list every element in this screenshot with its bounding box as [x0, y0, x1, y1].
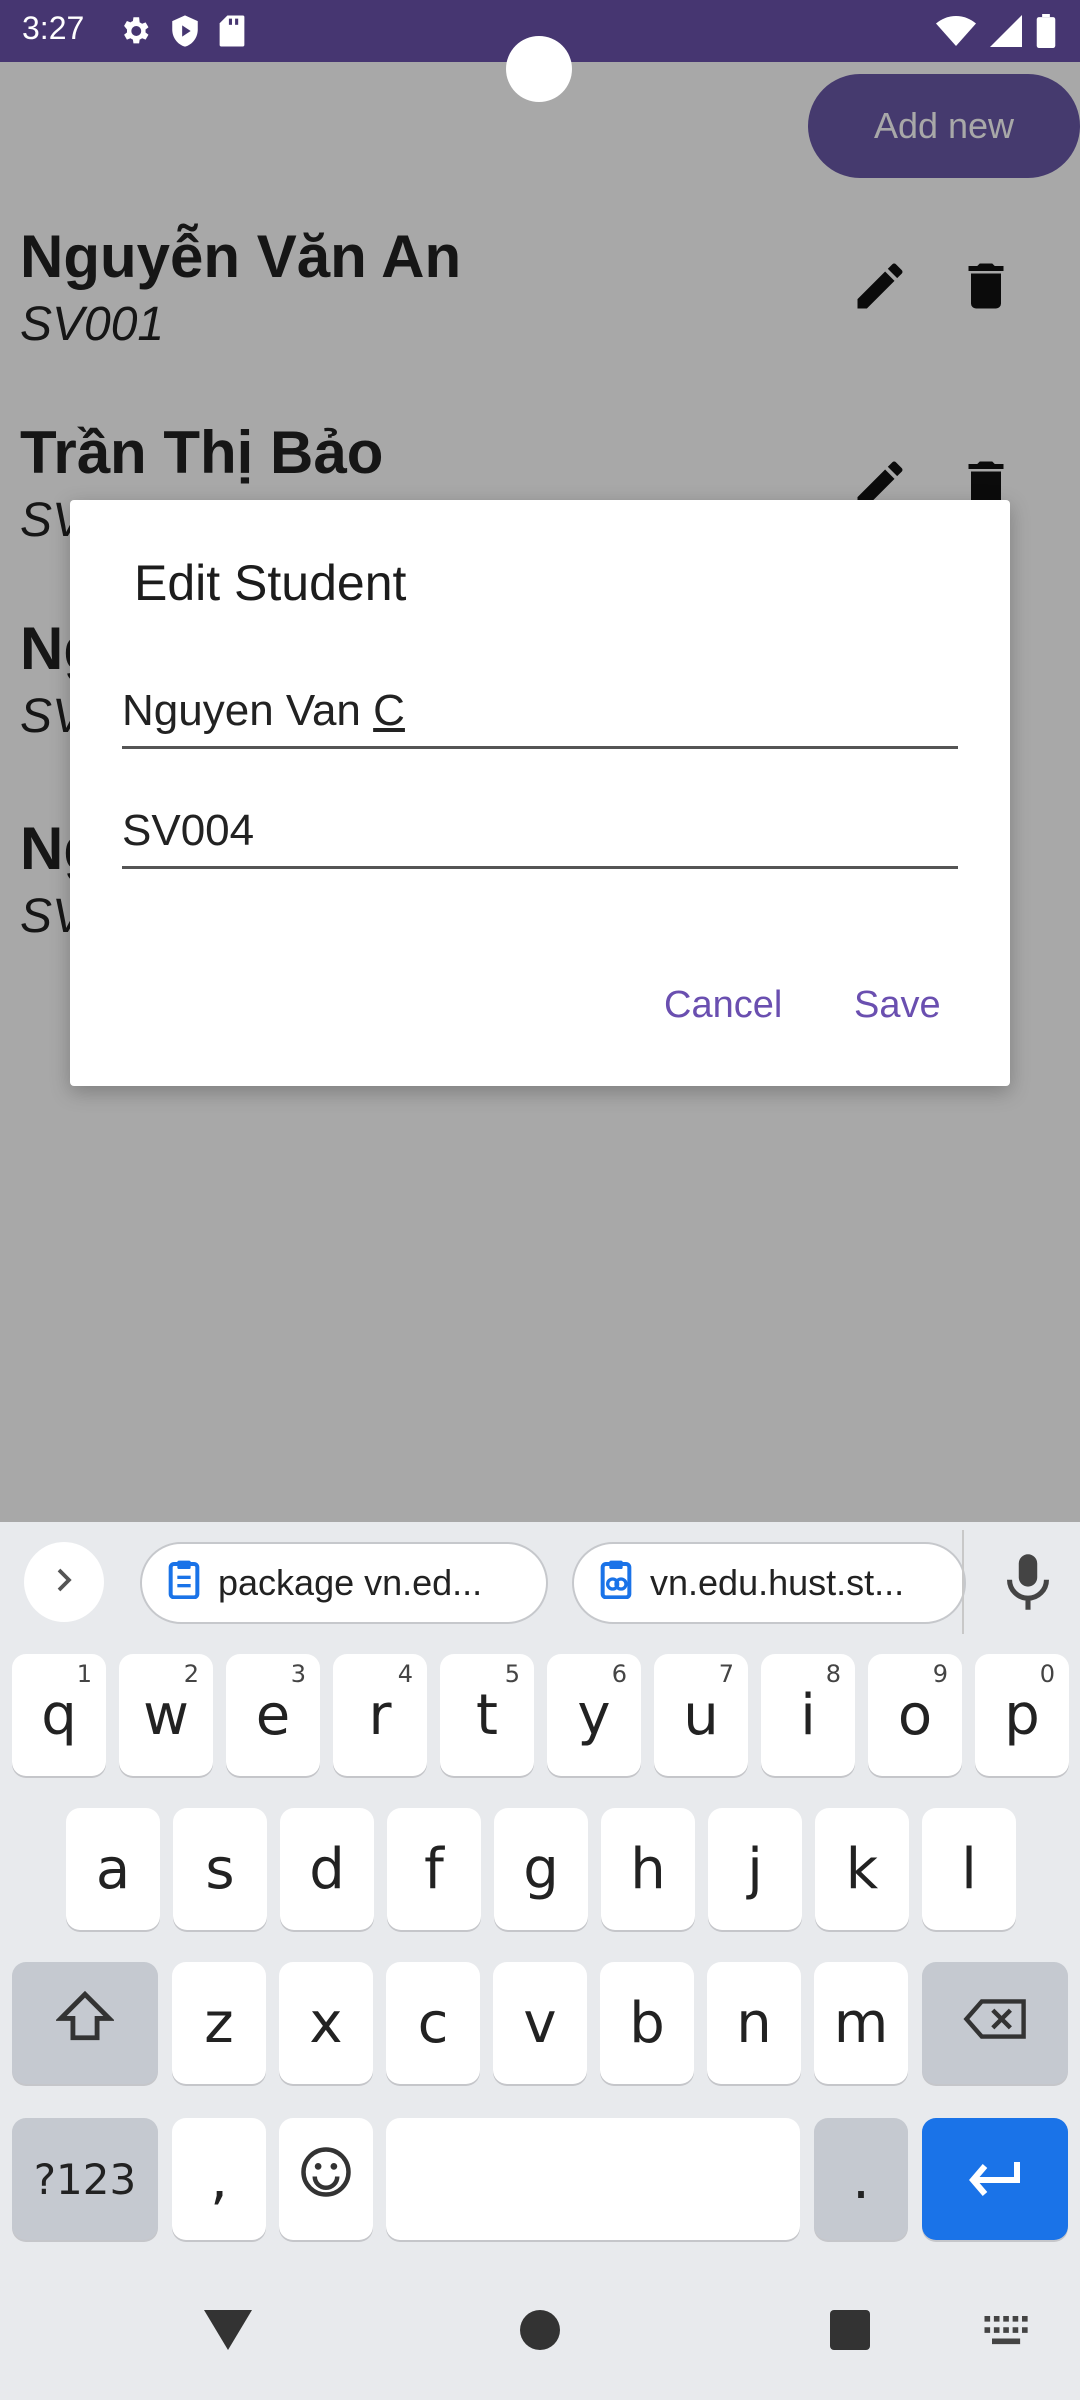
key-label: r [368, 1682, 392, 1748]
keyboard-switch-icon[interactable] [984, 2316, 1030, 2351]
edit-student-dialog: Edit Student Nguyen Van C SV004 Cancel S… [70, 500, 1010, 1086]
key-label: t [476, 1682, 498, 1748]
backspace-key[interactable] [922, 1962, 1068, 2084]
recents-icon[interactable] [830, 2310, 870, 2355]
signal-icon [990, 15, 1022, 47]
cancel-button[interactable]: Cancel [664, 984, 782, 1027]
period-key[interactable]: . [814, 2118, 908, 2240]
key-p[interactable]: p0 [975, 1654, 1069, 1776]
key-label: e [255, 1682, 291, 1748]
key-label: y [577, 1682, 611, 1748]
clipboard-chip[interactable]: vn.edu.hust.st... [572, 1542, 966, 1624]
key-hint: 5 [504, 1660, 520, 1688]
key-x[interactable]: x [279, 1962, 373, 2084]
key-s[interactable]: s [173, 1808, 267, 1930]
key-hint: 2 [183, 1660, 199, 1688]
status-time: 3:27 [22, 10, 85, 46]
key-w[interactable]: w2 [119, 1654, 213, 1776]
name-field-composing-word: C [373, 686, 405, 735]
back-icon[interactable] [204, 2310, 252, 2355]
key-a[interactable]: a [66, 1808, 160, 1930]
key-hint: 7 [718, 1660, 734, 1688]
space-key[interactable] [386, 2118, 800, 2240]
battery-icon [1036, 14, 1056, 48]
key-label: p [1004, 1682, 1040, 1748]
key-l[interactable]: l [922, 1808, 1016, 1930]
shift-key[interactable] [12, 1962, 158, 2084]
microphone-icon[interactable] [1000, 1552, 1056, 1612]
key-label: w [143, 1682, 189, 1748]
shield-play-icon [170, 14, 200, 48]
key-label: o [897, 1682, 933, 1748]
key-g[interactable]: g [494, 1808, 588, 1930]
emoji-icon [299, 2145, 353, 2213]
soft-keyboard: package vn.ed... vn.edu.hust.st... q1 w2… [0, 1522, 1080, 2400]
suggestion-strip: package vn.ed... vn.edu.hust.st... [0, 1522, 1080, 1640]
backspace-icon [962, 1991, 1028, 2056]
key-n[interactable]: n [707, 1962, 801, 2084]
key-o[interactable]: o9 [868, 1654, 962, 1776]
key-z[interactable]: z [172, 1962, 266, 2084]
key-hint: 9 [932, 1660, 948, 1688]
shift-icon [54, 1989, 116, 2057]
symbols-key[interactable]: ?123 [12, 2118, 158, 2240]
key-label: i [800, 1682, 816, 1748]
chevron-right-icon [49, 1565, 79, 1600]
save-button[interactable]: Save [854, 984, 941, 1027]
key-i[interactable]: i8 [761, 1654, 855, 1776]
camera-cutout [506, 36, 572, 102]
name-field-text: Nguyen Van [122, 686, 374, 735]
key-hint: 8 [825, 1660, 841, 1688]
enter-icon [965, 2147, 1025, 2212]
key-label: q [41, 1682, 77, 1748]
clipboard-chip[interactable]: package vn.ed... [140, 1542, 548, 1624]
emoji-key[interactable] [279, 2118, 373, 2240]
key-r[interactable]: r4 [333, 1654, 427, 1776]
key-hint: 1 [76, 1660, 92, 1688]
key-u[interactable]: u7 [654, 1654, 748, 1776]
expand-toolbar-button[interactable] [24, 1542, 104, 1622]
wifi-icon [936, 15, 976, 47]
key-k[interactable]: k [815, 1808, 909, 1930]
key-hint: 6 [611, 1660, 627, 1688]
name-field[interactable]: Nguyen Van C [122, 686, 958, 749]
key-hint: 4 [397, 1660, 413, 1688]
strip-divider [962, 1530, 964, 1634]
key-y[interactable]: y6 [547, 1654, 641, 1776]
clipboard-icon [166, 1559, 218, 1608]
key-m[interactable]: m [814, 1962, 908, 2084]
key-h[interactable]: h [601, 1808, 695, 1930]
key-j[interactable]: j [708, 1808, 802, 1930]
enter-key[interactable] [922, 2118, 1068, 2240]
key-v[interactable]: v [493, 1962, 587, 2084]
sd-card-icon [218, 14, 246, 48]
comma-key[interactable]: , [172, 2118, 266, 2240]
key-c[interactable]: c [386, 1962, 480, 2084]
key-b[interactable]: b [600, 1962, 694, 2084]
clipboard-chip-text: vn.edu.hust.st... [650, 1562, 905, 1603]
key-q[interactable]: q1 [12, 1654, 106, 1776]
settings-icon [118, 14, 152, 48]
student-id-field[interactable]: SV004 [122, 806, 958, 869]
key-f[interactable]: f [387, 1808, 481, 1930]
key-d[interactable]: d [280, 1808, 374, 1930]
key-label: u [683, 1682, 719, 1748]
clipboard-chip-text: package vn.ed... [218, 1562, 483, 1603]
home-icon[interactable] [520, 2310, 560, 2355]
key-hint: 0 [1039, 1660, 1055, 1688]
key-e[interactable]: e3 [226, 1654, 320, 1776]
system-nav-bar [0, 2270, 1080, 2400]
key-t[interactable]: t5 [440, 1654, 534, 1776]
key-hint: 3 [290, 1660, 306, 1688]
clipboard-link-icon [598, 1559, 650, 1608]
dialog-title: Edit Student [134, 555, 407, 611]
